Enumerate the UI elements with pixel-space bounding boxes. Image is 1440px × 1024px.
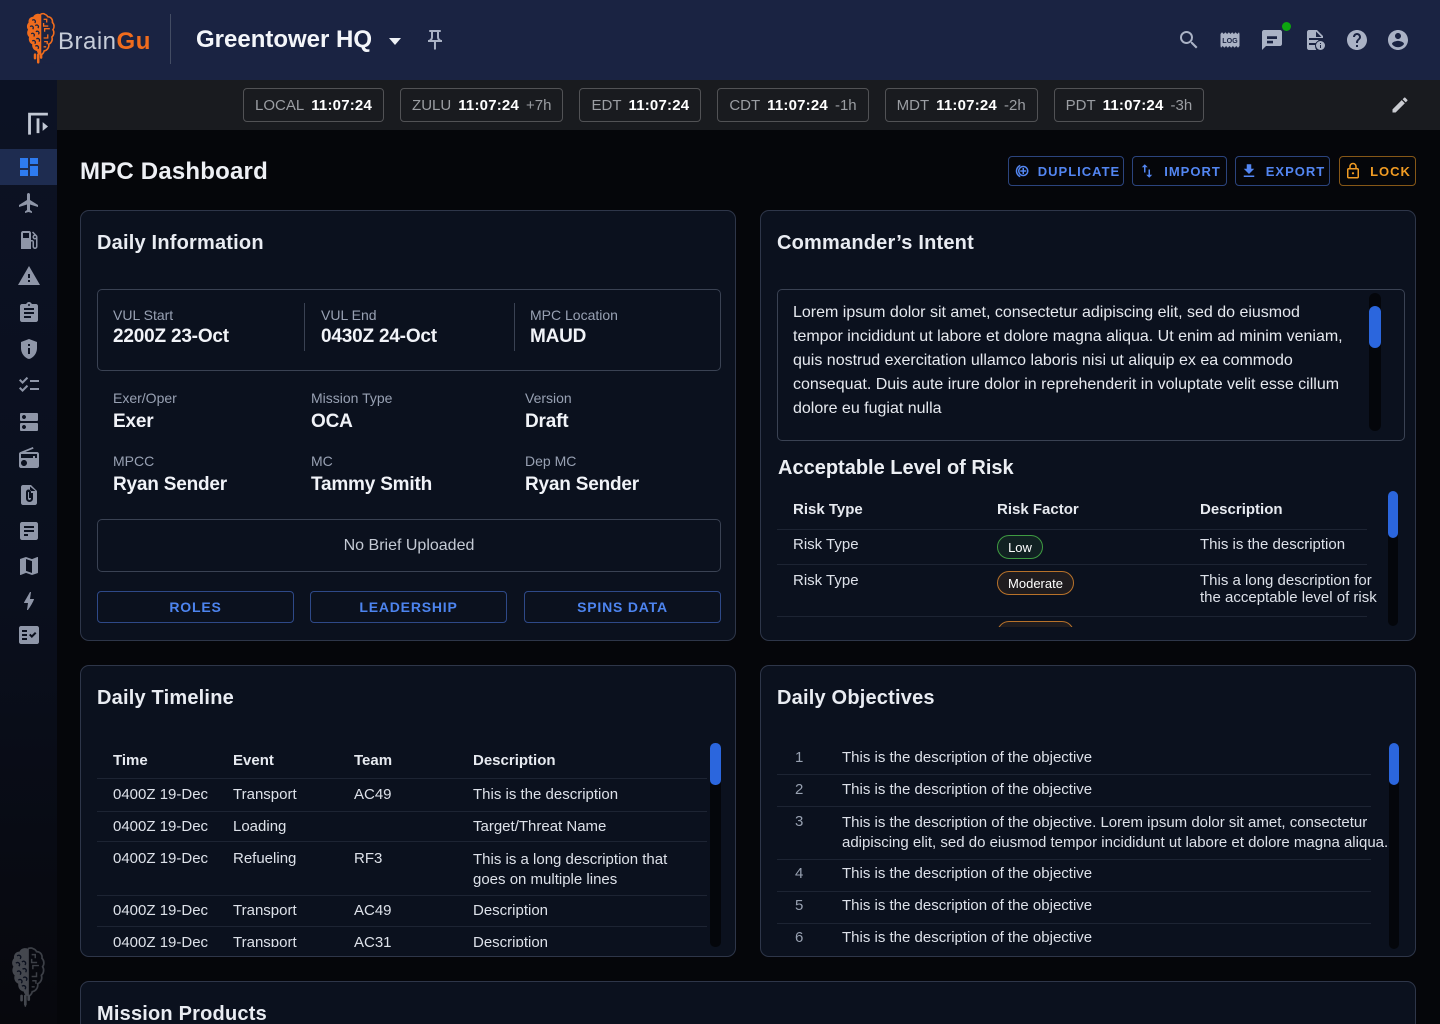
- svg-text:LOG: LOG: [1222, 36, 1238, 45]
